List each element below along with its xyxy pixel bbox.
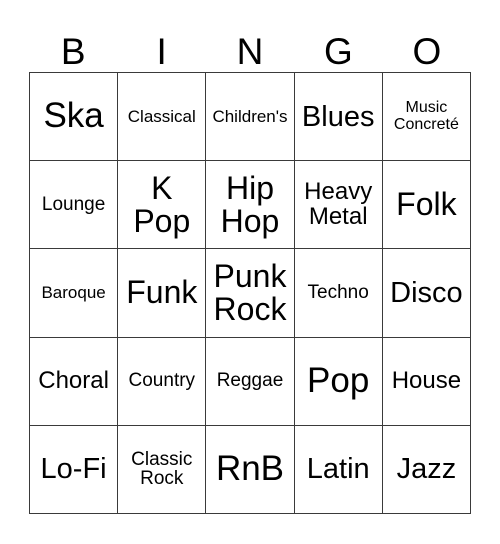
bingo-cell[interactable]: Latin — [294, 425, 383, 514]
bingo-cell[interactable]: Blues — [294, 73, 383, 162]
bingo-cell[interactable]: Hip Hop — [206, 161, 295, 250]
bingo-cell[interactable]: Pop — [294, 337, 383, 426]
bingo-cell[interactable]: Country — [118, 337, 207, 426]
bingo-cell-label: Choral — [38, 366, 109, 394]
bingo-header-letter-i: I — [156, 31, 167, 72]
bingo-cell[interactable]: Children's — [206, 73, 295, 162]
bingo-cell-label: House — [391, 366, 462, 394]
bingo-cell-label: Folk — [396, 186, 457, 223]
bingo-cell[interactable]: Lounge — [30, 161, 119, 250]
bingo-cell-label: Latin — [306, 453, 370, 486]
bingo-cell[interactable]: Music Concreté — [382, 73, 471, 162]
bingo-cell-label: Children's — [212, 106, 288, 126]
bingo-cell-label: Disco — [390, 276, 463, 309]
bingo-cell[interactable]: Punk Rock — [206, 249, 295, 338]
bingo-cell[interactable]: House — [382, 337, 471, 426]
bingo-cell-label: Jazz — [396, 453, 457, 486]
bingo-cell[interactable]: Jazz — [382, 425, 471, 514]
bingo-cell[interactable]: Reggae — [206, 337, 295, 426]
bingo-header-letter-b: B — [60, 31, 86, 72]
bingo-card: B I N G O Ska Classical Children's Blues… — [0, 0, 500, 544]
bingo-cell-label: Heavy Metal — [304, 177, 373, 230]
bingo-cell[interactable]: Lo-Fi — [30, 425, 119, 514]
bingo-header-row: B I N G O — [29, 18, 471, 72]
bingo-cell-label: Country — [128, 370, 196, 392]
bingo-cell[interactable]: RnB — [206, 425, 295, 514]
bingo-cell-label: Classical — [127, 106, 196, 126]
bingo-cell[interactable]: Folk — [382, 161, 471, 250]
bingo-header-letter-n: N — [236, 31, 264, 72]
bingo-cell-label: Pop — [307, 361, 370, 400]
bingo-cell[interactable]: K Pop — [118, 161, 207, 250]
bingo-cell-label: Hip Hop — [220, 169, 280, 239]
bingo-cell-label: Techno — [307, 282, 369, 304]
bingo-grid: Ska Classical Children's Blues Music Con… — [29, 72, 471, 514]
bingo-cell[interactable]: Heavy Metal — [294, 161, 383, 250]
bingo-cell-label: K Pop — [133, 169, 191, 239]
bingo-cell-label: Music Concreté — [393, 98, 459, 133]
bingo-cell-label: Classic Rock — [131, 448, 193, 490]
bingo-cell-label: Blues — [301, 100, 375, 133]
bingo-cell[interactable]: Choral — [30, 337, 119, 426]
bingo-cell[interactable]: Funk — [118, 249, 207, 338]
bingo-cell[interactable]: Techno — [294, 249, 383, 338]
bingo-cell-label: Punk Rock — [213, 257, 287, 327]
bingo-cell-label: Lo-Fi — [40, 453, 107, 486]
bingo-cell[interactable]: Disco — [382, 249, 471, 338]
bingo-cell[interactable]: Baroque — [30, 249, 119, 338]
bingo-cell[interactable]: Classic Rock — [118, 425, 207, 514]
bingo-cell-label: Funk — [126, 274, 198, 311]
bingo-header-letter-g: G — [324, 31, 353, 72]
bingo-cell[interactable]: Classical — [118, 73, 207, 162]
bingo-cell-label: Lounge — [41, 193, 106, 215]
bingo-header-letter-o: O — [412, 31, 442, 72]
bingo-cell-label: Reggae — [216, 370, 284, 392]
bingo-cell-label: Baroque — [41, 283, 106, 303]
bingo-cell[interactable]: Ska — [30, 73, 119, 162]
bingo-cell-label: RnB — [215, 449, 285, 489]
bingo-cell-label: Ska — [43, 96, 104, 136]
